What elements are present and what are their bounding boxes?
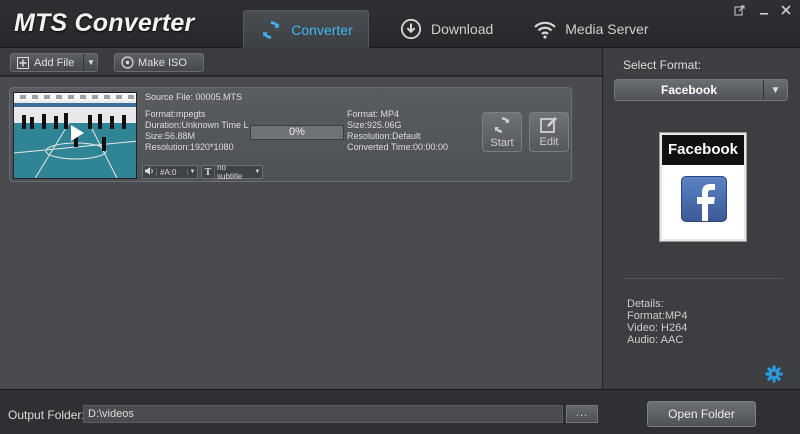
output-folder-label: Output Folder:: [8, 408, 85, 422]
format-details: Details: Format:MP4 Video: H264 Audio: A…: [627, 298, 688, 346]
add-file-button[interactable]: Add File ▼: [10, 53, 98, 72]
details-heading: Details:: [627, 298, 664, 310]
download-icon: [399, 17, 423, 41]
details-format: Format:MP4: [627, 310, 688, 322]
close-button[interactable]: [778, 3, 794, 17]
audio-track-select[interactable]: #A:0 ▼: [142, 165, 198, 179]
wifi-icon: [533, 17, 557, 41]
format-dropdown[interactable]: Facebook ▼: [614, 79, 788, 101]
settings-button[interactable]: [765, 365, 783, 383]
minimize-button[interactable]: [756, 3, 772, 17]
title-bar: MTS Converter Converter Download Media S…: [0, 0, 800, 48]
tab-converter[interactable]: Converter: [243, 10, 369, 48]
output-resolution: Resolution:Default: [347, 131, 421, 141]
external-window-icon: [734, 5, 744, 15]
tab-media-server-label: Media Server: [565, 21, 649, 37]
make-iso-label: Make ISO: [138, 56, 187, 69]
chevron-down-icon[interactable]: ▼: [83, 54, 98, 71]
browse-button[interactable]: ...: [566, 405, 598, 423]
edit-button[interactable]: Edit: [529, 112, 569, 152]
edit-icon: [540, 117, 557, 133]
source-size: Size:56.88M: [145, 131, 196, 141]
text-icon: T: [204, 166, 212, 178]
start-button[interactable]: Start: [482, 112, 522, 152]
chevron-down-icon[interactable]: ▼: [763, 80, 787, 100]
subtitle-select[interactable]: T no subtitle ▼: [201, 163, 263, 181]
app-title: MTS Converter: [14, 9, 195, 37]
edit-label: Edit: [539, 136, 559, 148]
source-file: Source File: 00005.MTS: [145, 92, 243, 102]
add-file-label: Add File: [34, 56, 75, 69]
file-list: Source File: 00005.MTS Format:mpegts Dur…: [0, 77, 602, 389]
gear-icon: [765, 365, 783, 383]
main-tabs: Converter Download Media Server: [243, 10, 663, 48]
select-format-label: Select Format:: [623, 58, 702, 72]
speaker-icon: [143, 167, 156, 177]
close-icon: [781, 5, 791, 15]
refresh-icon: [259, 18, 283, 42]
format-preview-card: Facebook: [660, 133, 746, 241]
make-iso-button[interactable]: Make ISO: [114, 53, 204, 72]
minimize-icon: [760, 13, 768, 15]
details-audio: Audio: AAC: [627, 334, 684, 346]
bottom-bar: Output Folder: ... Open Folder: [0, 389, 800, 434]
facebook-logo-icon: [681, 176, 727, 222]
progress-bar: 0%: [250, 125, 344, 140]
add-file-icon: [16, 56, 30, 70]
refresh-icon: [494, 117, 510, 133]
audio-track-value: #A:0: [156, 167, 187, 177]
open-folder-button[interactable]: Open Folder: [647, 401, 756, 427]
output-format: Format: MP4: [347, 109, 400, 119]
video-thumbnail[interactable]: [13, 92, 137, 179]
gym-scene-image: [14, 93, 136, 178]
format-preview-caption: Facebook: [662, 135, 744, 165]
format-panel: Select Format: Facebook ▼ Facebook Detai…: [602, 48, 800, 389]
toolbar: Add File ▼ Make ISO: [0, 48, 602, 76]
chevron-down-icon: ▼: [254, 169, 261, 175]
divider: [623, 278, 783, 279]
output-size: Size:925.06G: [347, 120, 402, 130]
source-duration: Duration:Unknown Time Le: [145, 120, 249, 130]
tab-download-label: Download: [431, 21, 494, 37]
tab-download[interactable]: Download: [385, 10, 507, 48]
output-folder-input[interactable]: [83, 405, 563, 423]
converted-time: Converted Time:00:00:00: [347, 142, 449, 152]
file-row[interactable]: Source File: 00005.MTS Format:mpegts Dur…: [9, 87, 572, 182]
source-resolution: Resolution:1920*1080: [145, 142, 234, 152]
restore-window-button[interactable]: [731, 3, 747, 17]
chevron-down-icon: ▼: [187, 169, 197, 175]
details-video: Video: H264: [627, 322, 688, 334]
tab-media-server[interactable]: Media Server: [519, 10, 662, 48]
disc-icon: [120, 56, 134, 70]
format-dropdown-value: Facebook: [660, 83, 717, 97]
start-label: Start: [490, 137, 514, 149]
source-format: Format:mpegts: [145, 109, 206, 119]
subtitle-value: no subtitle: [214, 163, 253, 181]
tab-converter-label: Converter: [291, 21, 353, 38]
